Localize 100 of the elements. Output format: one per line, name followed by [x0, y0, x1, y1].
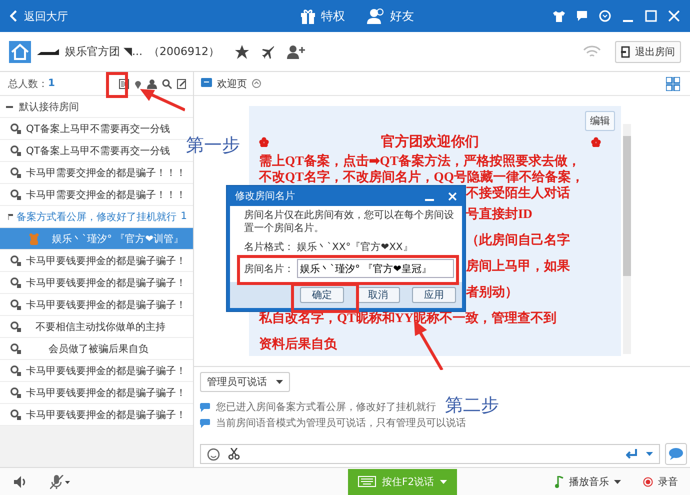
star-icon[interactable]: [235, 44, 250, 58]
keyboard-icon: [358, 476, 376, 487]
add-person-icon[interactable]: [287, 44, 306, 58]
gift-icon: [300, 8, 316, 24]
muted-microphone-icon[interactable]: [50, 474, 70, 488]
shirt-icon[interactable]: [553, 10, 565, 22]
chat-bubble-icon[interactable]: [576, 10, 588, 22]
person-icon[interactable]: [147, 78, 157, 88]
key-icon: [10, 166, 22, 178]
highlight-frame: [106, 72, 128, 98]
key-icon: [10, 144, 22, 156]
format-label: 名片格式：: [244, 240, 294, 254]
card-icon[interactable]: [119, 78, 129, 88]
room-id: （2006912）: [148, 44, 220, 59]
play-music-button[interactable]: 播放音乐: [555, 474, 621, 488]
circle-up-icon[interactable]: [252, 79, 261, 88]
system-message: 当前房间语音模式为管理员可说话，只有管理员可以说话: [216, 416, 466, 430]
arrow-annotation: [140, 86, 185, 112]
caret-icon: [276, 380, 283, 384]
key-icon: [10, 122, 22, 134]
format-value: 娱乐丶`XX°『官方❤XX』: [297, 240, 413, 254]
dialog-button[interactable]: 应用: [412, 287, 456, 303]
dialog-description: 房间名片仅在此房间有效，您可以在每个房间设置一个房间名片。: [244, 209, 454, 235]
channel-item[interactable]: 卡马甲要钱要押金的都是骗子骗子！: [0, 360, 193, 382]
edit-icon[interactable]: [177, 78, 187, 88]
key-icon: [10, 386, 22, 398]
key-icon: [10, 276, 22, 288]
channel-item[interactable]: 卡马甲要钱要押金的都是骗子骗子！: [0, 294, 193, 316]
room-name: 娱乐官方团 ◥...: [65, 44, 142, 59]
banner-icon: [37, 48, 59, 56]
circle-down-icon[interactable]: [599, 10, 611, 22]
key-icon: [10, 408, 22, 420]
member-count: 1: [180, 211, 187, 222]
channel-item[interactable]: 卡马甲要钱要押金的都是骗子骗子！: [0, 382, 193, 404]
flower-icon: [591, 137, 601, 147]
member-count-label: 总人数：: [8, 78, 48, 90]
key-icon: [10, 320, 22, 332]
grid-icon[interactable]: [666, 76, 680, 90]
channel-item[interactable]: 不要相信主动找你做单的主持: [0, 316, 193, 338]
channel-item[interactable]: 卡马甲要钱要押金的都是骗子骗子！: [0, 250, 193, 272]
speech-bubble-icon: [200, 402, 210, 412]
message-input[interactable]: [200, 444, 660, 464]
welcome-title: 官方团欢迎你们: [381, 133, 479, 151]
channel-item[interactable]: 卡马甲要钱要押金的都是骗子骗子！: [0, 272, 193, 294]
scissors-icon[interactable]: [228, 448, 240, 460]
channel-name: 备案方式看公屏，修改好了挂机就行: [16, 210, 177, 224]
dialog-button[interactable]: 确定: [300, 287, 344, 303]
bear-icon: [28, 232, 40, 244]
channel-item[interactable]: 卡马甲要钱要押金的都是骗子骗子！: [0, 404, 193, 426]
welcome-tab[interactable]: 欢迎页: [201, 76, 247, 90]
exit-door-icon: [621, 46, 631, 58]
edit-button[interactable]: 编辑: [585, 111, 615, 131]
caret-icon: [614, 480, 621, 484]
back-button[interactable]: 返回大厅: [10, 8, 68, 24]
notice-line: 者别动）: [466, 283, 518, 301]
home-icon[interactable]: [9, 40, 31, 62]
close-icon[interactable]: [668, 10, 680, 22]
channel-item[interactable]: 卡马甲需要交押金的都是骗子！！！: [0, 162, 193, 184]
speech-bubble-icon: [200, 418, 210, 428]
title-tab[interactable]: 好友: [367, 8, 414, 24]
smiley-icon[interactable]: [207, 448, 220, 460]
dialog-button[interactable]: 取消: [356, 287, 400, 303]
scrollbar[interactable]: [623, 124, 631, 354]
notice-line: 号直接封ID: [466, 205, 532, 223]
caret-icon[interactable]: [646, 452, 653, 456]
room-card-label: 房间名片：: [244, 262, 294, 276]
member-count: 1: [48, 78, 55, 89]
notice-line: 不接受陌生人对话: [466, 185, 570, 201]
caret-icon: [440, 480, 448, 484]
key-icon: [10, 298, 22, 310]
speaker-icon[interactable]: [14, 476, 28, 488]
system-message: 您已进入房间备案方式看公屏，修改好了挂机就行: [216, 400, 436, 414]
key-icon: [10, 188, 22, 200]
send-bubble-icon[interactable]: [665, 443, 687, 465]
notice-line: 不改QT名字，不改房间名片，QQ号隐藏一律不给备案，: [259, 169, 584, 185]
notice-line: 资料后果自负: [259, 335, 337, 353]
speak-mode-dropdown[interactable]: 管理员可说话: [200, 372, 290, 392]
room-card-input[interactable]: 娱乐丶`瑾汐° 『官方❤皇冠』: [297, 259, 454, 278]
notice-line: 需上QT备案，点击➡QT备案方法，严格按照要求去做，: [259, 153, 581, 169]
channel-group-header[interactable]: 默认接待房间: [0, 96, 193, 118]
close-icon[interactable]: [448, 192, 457, 200]
wifi-icon: [583, 44, 601, 58]
channel-item[interactable]: 卡马甲需要交押金的都是骗子！！！: [0, 184, 193, 206]
chevron-left-icon: [10, 10, 18, 22]
title-tab[interactable]: 特权: [300, 8, 345, 24]
step-annotation: 第二步: [445, 394, 499, 417]
search-icon[interactable]: [162, 78, 172, 88]
people-icon: [367, 8, 385, 24]
key-icon: [10, 364, 22, 376]
airplane-icon[interactable]: [261, 44, 276, 58]
music-note-icon: [555, 476, 564, 488]
key-icon: [10, 342, 22, 354]
location-icon[interactable]: [134, 78, 142, 88]
flower-icon: [259, 137, 269, 147]
enter-key-icon[interactable]: [626, 449, 638, 459]
exit-room-button[interactable]: 退出房间: [615, 40, 681, 62]
key-icon: [10, 254, 22, 266]
record-button[interactable]: 录音: [643, 474, 678, 488]
channel-item[interactable]: 会员做了被骗后果自负: [0, 338, 193, 360]
maximize-icon[interactable]: [645, 10, 657, 22]
